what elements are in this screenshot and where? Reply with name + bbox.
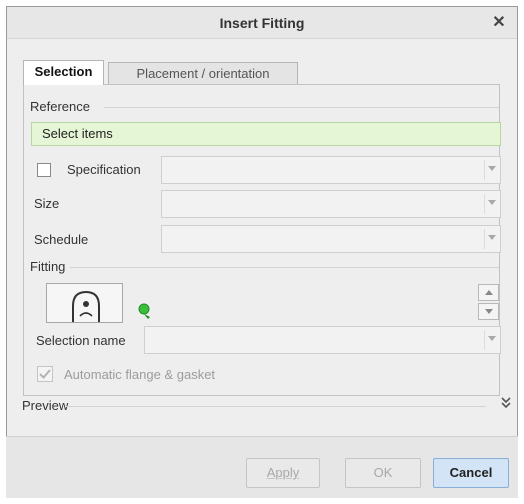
tab-placement-orientation[interactable]: Placement / orientation — [108, 62, 298, 84]
dropdown-separator — [484, 194, 485, 214]
specification-dropdown[interactable] — [161, 156, 501, 184]
fitting-divider — [70, 267, 499, 268]
fitting-section-label: Fitting — [30, 259, 70, 274]
green-pin-icon — [136, 302, 154, 320]
selection-name-label: Selection name — [36, 333, 126, 348]
selection-name-dropdown[interactable] — [144, 326, 501, 354]
auto-flange-checkbox[interactable] — [37, 366, 53, 382]
preview-section-label[interactable]: Preview — [22, 398, 68, 413]
chevron-up-icon — [485, 290, 493, 295]
preview-divider — [66, 406, 486, 407]
size-label: Size — [34, 196, 60, 211]
chevron-down-icon — [488, 166, 496, 171]
reference-value: Select items — [42, 126, 113, 141]
specification-checkbox[interactable] — [37, 163, 51, 177]
close-button[interactable]: ✕ — [489, 13, 509, 33]
chevron-down-icon — [485, 309, 493, 314]
schedule-label: Schedule — [34, 232, 89, 247]
cancel-button[interactable]: Cancel — [433, 458, 509, 488]
expand-icon[interactable] — [500, 396, 512, 410]
dropdown-separator — [484, 229, 485, 249]
chevron-down-icon — [488, 200, 496, 205]
reference-divider — [104, 107, 499, 108]
dropdown-separator — [484, 160, 485, 180]
auto-flange-label: Automatic flange & gasket — [64, 367, 216, 382]
specification-label: Specification — [67, 162, 141, 177]
apply-button[interactable]: Apply — [246, 458, 320, 488]
tab-selection[interactable]: Selection — [23, 60, 104, 85]
title-bar: Insert Fitting ✕ — [7, 7, 517, 39]
schedule-dropdown[interactable] — [161, 225, 501, 253]
chevron-down-icon — [488, 235, 496, 240]
reference-collector[interactable]: Select items — [31, 122, 501, 146]
dropdown-separator — [484, 330, 485, 350]
scroll-down-button[interactable] — [478, 303, 499, 320]
size-dropdown[interactable] — [161, 190, 501, 218]
checkmark-icon — [39, 369, 51, 379]
reference-section-label: Reference — [30, 99, 94, 114]
fitting-preview-icon — [72, 290, 100, 322]
fitting-preview-thumbnail[interactable] — [46, 283, 123, 323]
chevron-down-icon — [488, 336, 496, 341]
ok-button[interactable]: OK — [345, 458, 421, 488]
scroll-up-button[interactable] — [478, 284, 499, 301]
dialog-title: Insert Fitting — [219, 15, 305, 31]
